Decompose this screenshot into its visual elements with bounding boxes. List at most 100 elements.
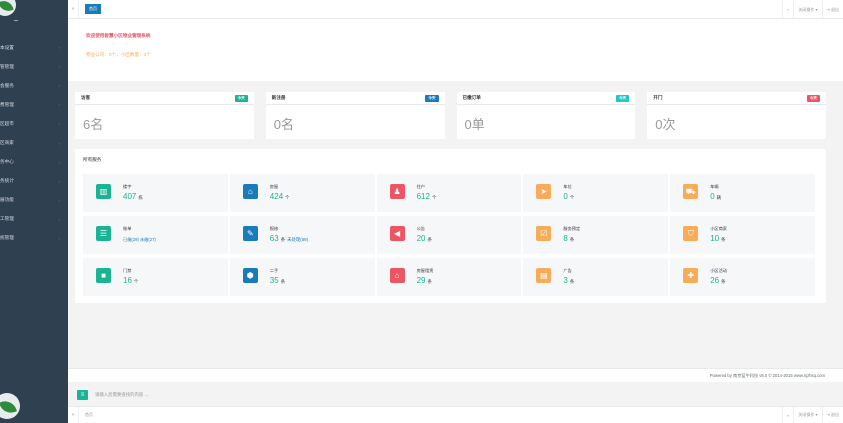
service-name: 服务预定 [563,226,581,231]
stat-value: 0次 [655,117,676,132]
car-icon: ⛟ [683,184,699,199]
cart-icon: ⛉ [683,226,699,241]
stat-label: 开门 [653,95,663,100]
services-grid: ▥ 楼宇 407 栋 ⌂ 房屋 424 个 ♟ 住户 612 个 ➤ 车位 0个 ⛟ … [83,174,815,296]
search-input[interactable]: 请输入您需要查找的内容 ... [95,392,148,398]
welcome-summary: 物业公司：0个，小区数量：3个 [86,52,151,57]
sidebar: 本设置 ‹ 管管理 ‹ 会服务 ‹ 费管理 ‹ 区超市 ‹ 区商家 ‹ 务中心 ‹ 务统计 ‹ … [0,0,68,383]
chevron-left-icon: ‹ [58,216,60,222]
sidebar-item-member-service[interactable]: 会服务 ‹ [0,76,68,95]
service-unit: 个 [285,195,290,200]
logo-caption [14,20,18,21]
bill-status[interactable]: 已缴(29) 未缴(27) [123,237,156,243]
footer-copyright: Powered by 南京蓝牛科技 v8.0 © 2014-2015 www.n… [709,373,825,378]
service-count: 10 [710,234,720,243]
service-name: 广告 [563,268,572,273]
chevron-left-icon: ‹ [58,140,60,146]
service-unit: 条 [427,279,432,284]
service-second-hand[interactable]: ⬢ 二手 35 条 [229,258,375,296]
service-name: 住户 [416,184,425,189]
close-ops-dropdown[interactable]: 关闭操作 ▾ [793,407,821,423]
tab-scroll-right-button[interactable]: » [782,407,793,423]
service-activities[interactable]: ✚ 小区活动 26 条 [670,258,815,296]
sidebar-item-supermarket[interactable]: 区超市 ‹ [0,114,68,133]
service-count: 0 [563,192,568,201]
service-unit: 栋 [138,195,143,200]
stat-label: 已缴订单 [462,95,481,100]
chevron-left-icon: ‹ [58,235,60,241]
chevron-left-icon: ‹ [58,197,60,203]
service-count: 63 [269,234,279,243]
service-access-control[interactable]: ■ 门禁 16 个 [83,258,228,296]
services-title: 所有服务 [83,157,102,162]
sidebar-item-management[interactable]: 管管理 ‹ [0,57,68,76]
service-name: 门禁 [123,268,132,273]
tab-bar-right: » 关闭操作 ▾ ⇥ 退出 [782,407,843,423]
sidebar-item-staff[interactable]: 工管理 ‹ [0,210,68,229]
chevron-left-icon: ‹ [58,64,60,70]
service-bills[interactable]: ☰ 账单 已缴(29) 未缴(27) [83,216,228,254]
cube-icon: ⬢ [242,268,258,283]
tab-home[interactable]: 首页 [85,4,101,14]
service-count: 20 [416,234,426,243]
service-name: 账单 [123,226,132,231]
service-unit: 条 [280,279,286,284]
service-count: 35 [269,276,279,285]
menu-toggle-button[interactable]: ≡ [77,390,88,400]
stat-card-door-opens: 开门 今天 0次 [647,92,826,139]
stat-value: 6名 [83,117,104,132]
sidebar-item-statistics[interactable]: 务统计 ‹ [0,172,68,191]
unprocessed-link[interactable]: 未处理(59) [287,237,308,242]
service-count: 29 [416,276,426,285]
logo [0,0,16,16]
welcome-title: 欢迎使用智慧小区物业管理系统 [86,33,151,38]
service-booking[interactable]: ☑ 服务预定 8条 [523,216,669,254]
service-name: 小区活动 [710,268,727,273]
sidebar-item-extensions[interactable]: 展功能 ‹ [0,191,68,210]
service-parking[interactable]: ➤ 车位 0个 [523,174,669,212]
service-houses[interactable]: ⌂ 房屋 424 个 [229,174,375,212]
logout-button[interactable]: ⇥ 退出 [821,407,843,423]
chevron-left-icon: ‹ [58,83,60,89]
service-unit: 条 [721,279,726,284]
service-merchants[interactable]: ⛉ 小区商家 10 条 [670,216,815,254]
logout-button[interactable]: ⇥ 退出 [821,0,843,19]
chevron-left-icon: ‹ [58,45,60,51]
service-count: 612 [416,192,430,201]
service-ads[interactable]: ▤ 广告 3条 [523,258,669,296]
calendar-check-icon: ☑ [536,226,552,241]
footer: Powered by 南京蓝牛科技 v8.0 © 2014-2015 www.n… [68,368,843,382]
service-name: 车位 [563,184,572,189]
service-notices[interactable]: ◀ 公告 20 条 [376,216,522,254]
wrench-icon: ✎ [242,226,258,241]
service-unit: 辆 [716,195,722,200]
chevron-left-icon: ‹ [58,102,60,108]
service-count: 3 [563,276,568,285]
service-repairs[interactable]: ✎ 报修 63 条未处理(59) [229,216,375,254]
sidebar-item-fee-management[interactable]: 费管理 ‹ [0,95,68,114]
service-buildings[interactable]: ▥ 楼宇 407 栋 [83,174,228,212]
sidebar-item-basic-settings[interactable]: 本设置 ‹ [0,38,68,57]
service-name: 楼宇 [123,184,132,189]
tab-scroll-left-button[interactable]: « [68,0,79,19]
service-rentals[interactable]: ⌂ 房屋租赁 29 条 [376,258,522,296]
tab-home[interactable]: 首页 [85,412,93,418]
service-unit: 条 [569,279,575,284]
service-name: 二手 [269,268,279,273]
welcome-panel: 欢迎使用智慧小区物业管理系统 物业公司：0个，小区数量：3个 [68,19,843,81]
sidebar-nav: 本设置 ‹ 管管理 ‹ 会服务 ‹ 费管理 ‹ 区超市 ‹ 区商家 ‹ 务中心 ‹ 务统计 ‹ … [0,38,68,248]
service-residents[interactable]: ♟ 住户 612 个 [376,174,522,212]
sidebar-item-system[interactable]: 统管理 ‹ [0,229,68,248]
service-vehicles[interactable]: ⛟ 车辆 0辆 [670,174,815,212]
sidebar-item-service-center[interactable]: 务中心 ‹ [0,153,68,172]
newspaper-icon: ▤ [536,268,552,283]
today-badge: 今天 [806,94,820,102]
close-ops-dropdown[interactable]: 关闭操作 ▾ [793,0,821,19]
tab-scroll-right-button[interactable]: » [782,0,793,19]
service-name: 公告 [416,226,425,231]
sidebar-item-merchants[interactable]: 区商家 ‹ [0,133,68,152]
service-name: 报修 [269,226,279,231]
tab-scroll-left-button[interactable]: « [68,407,79,423]
service-count: 26 [710,276,720,285]
chevron-left-icon: ‹ [58,178,60,184]
